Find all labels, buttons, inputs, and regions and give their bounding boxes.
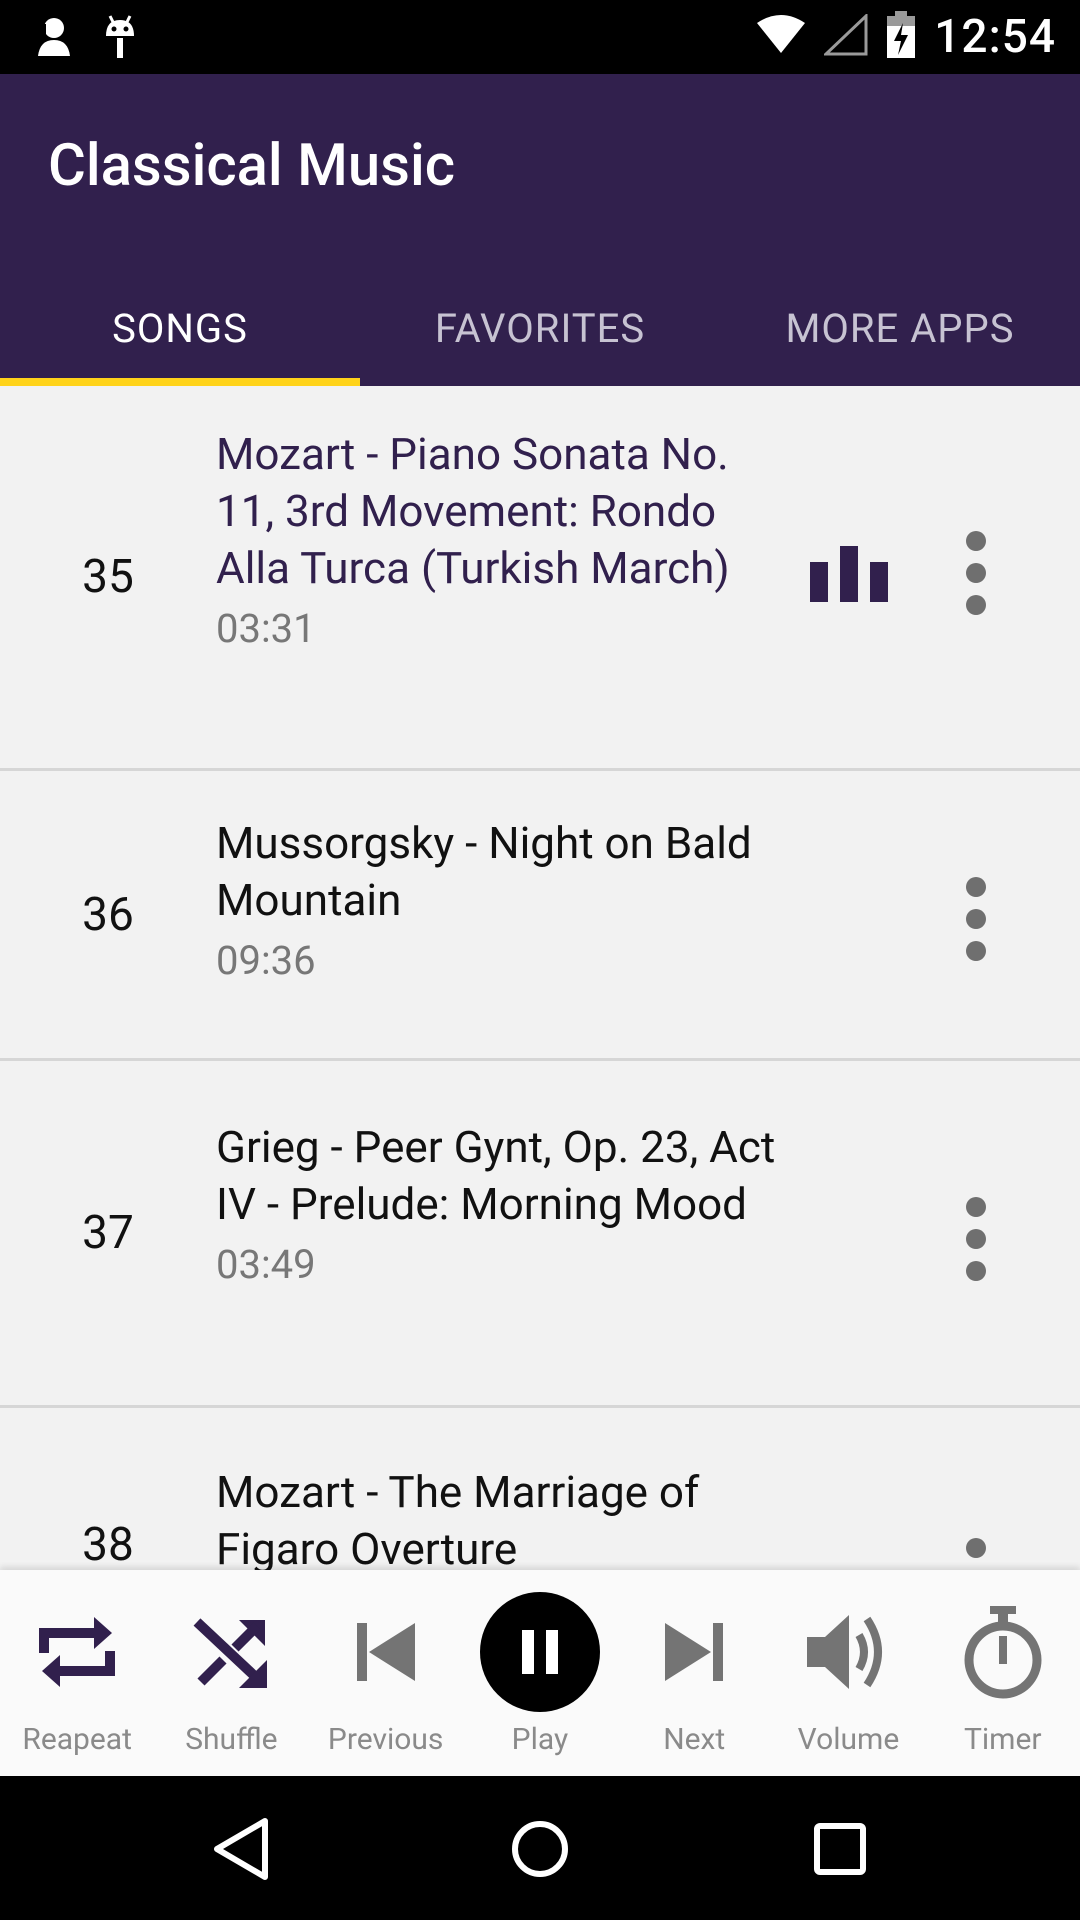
pause-icon xyxy=(463,1592,617,1712)
play-label: Play xyxy=(511,1722,569,1757)
more-options-icon[interactable] xyxy=(952,531,1000,615)
song-list: 35 Mozart - Piano Sonata No. 11, 3rd Mov… xyxy=(0,386,1080,1570)
android-debug-icon xyxy=(102,14,138,64)
song-row[interactable]: 38 Mozart - The Marriage of Figaro Overt… xyxy=(0,1408,1080,1570)
system-nav-bar xyxy=(0,1776,1080,1920)
song-number: 38 xyxy=(82,1518,134,1570)
status-time: 12:54 xyxy=(934,10,1056,64)
song-row[interactable]: 36 Mussorgsky - Night on Bald Mountain 0… xyxy=(0,771,1080,1061)
skip-previous-icon xyxy=(309,1602,463,1702)
song-info: Mozart - The Marriage of Figaro Overture xyxy=(216,1464,776,1570)
more-options-icon[interactable] xyxy=(952,877,1000,961)
recents-icon[interactable] xyxy=(803,1812,877,1886)
shuffle-icon xyxy=(154,1602,308,1702)
song-duration: 09:36 xyxy=(216,937,316,984)
repeat-button[interactable]: Reapeat xyxy=(0,1570,154,1776)
play-pause-button[interactable]: Play xyxy=(463,1570,617,1776)
timer-label: Timer xyxy=(963,1722,1042,1757)
app-bar: Classical Music SONGS FAVORITES MORE APP… xyxy=(0,74,1080,386)
song-title: Mozart - The Marriage of Figaro Overture xyxy=(216,1466,700,1570)
battery-charging-icon xyxy=(886,11,916,63)
song-row[interactable]: 37 Grieg - Peer Gynt, Op. 23, Act IV - P… xyxy=(0,1061,1080,1408)
volume-icon xyxy=(771,1602,925,1702)
repeat-label: Reapeat xyxy=(22,1722,132,1757)
shuffle-button[interactable]: Shuffle xyxy=(154,1570,308,1776)
song-info: Grieg - Peer Gynt, Op. 23, Act IV - Prel… xyxy=(216,1119,776,1288)
song-title: Grieg - Peer Gynt, Op. 23, Act IV - Prel… xyxy=(216,1121,776,1230)
skip-next-icon xyxy=(617,1602,771,1702)
volume-label: Volume xyxy=(797,1722,900,1757)
tab-favorites[interactable]: FAVORITES xyxy=(360,270,720,386)
song-number: 37 xyxy=(82,1206,134,1260)
song-info: Mozart - Piano Sonata No. 11, 3rd Moveme… xyxy=(216,426,776,652)
status-bar: 12:54 xyxy=(0,0,1080,74)
signal-icon xyxy=(822,12,868,60)
song-title: Mussorgsky - Night on Bald Mountain xyxy=(216,817,752,926)
app-title: Classical Music xyxy=(48,132,456,200)
song-number: 36 xyxy=(82,887,134,942)
song-duration: 03:31 xyxy=(216,605,316,652)
status-bar-right: 12:54 xyxy=(756,6,1056,68)
song-title: Mozart - Piano Sonata No. 11, 3rd Moveme… xyxy=(216,428,730,594)
previous-label: Previous xyxy=(327,1722,444,1757)
repeat-icon xyxy=(0,1602,154,1702)
wifi-icon xyxy=(756,15,806,59)
song-info: Mussorgsky - Night on Bald Mountain 09:3… xyxy=(216,815,776,984)
volume-button[interactable]: Volume xyxy=(771,1570,925,1776)
previous-button[interactable]: Previous xyxy=(309,1570,463,1776)
status-bar-left xyxy=(36,14,138,64)
tab-more-apps[interactable]: MORE APPS xyxy=(720,270,1080,386)
more-options-icon[interactable] xyxy=(952,1538,1000,1570)
next-button[interactable]: Next xyxy=(617,1570,771,1776)
timer-button[interactable]: Timer xyxy=(926,1570,1080,1776)
next-label: Next xyxy=(663,1722,726,1757)
notification-person-icon xyxy=(36,16,72,62)
stopwatch-icon xyxy=(926,1602,1080,1702)
now-playing-icon xyxy=(810,546,888,602)
song-duration: 03:49 xyxy=(216,1241,316,1288)
tab-bar: SONGS FAVORITES MORE APPS xyxy=(0,270,1080,386)
song-number: 35 xyxy=(82,550,134,604)
tab-songs[interactable]: SONGS xyxy=(0,270,360,386)
shuffle-label: Shuffle xyxy=(185,1722,278,1757)
home-icon[interactable] xyxy=(503,1812,577,1886)
more-options-icon[interactable] xyxy=(952,1197,1000,1281)
song-row[interactable]: 35 Mozart - Piano Sonata No. 11, 3rd Mov… xyxy=(0,386,1080,771)
back-icon[interactable] xyxy=(204,1812,278,1886)
player-controls: Reapeat Shuffle Previous Play Next Volum… xyxy=(0,1570,1080,1776)
